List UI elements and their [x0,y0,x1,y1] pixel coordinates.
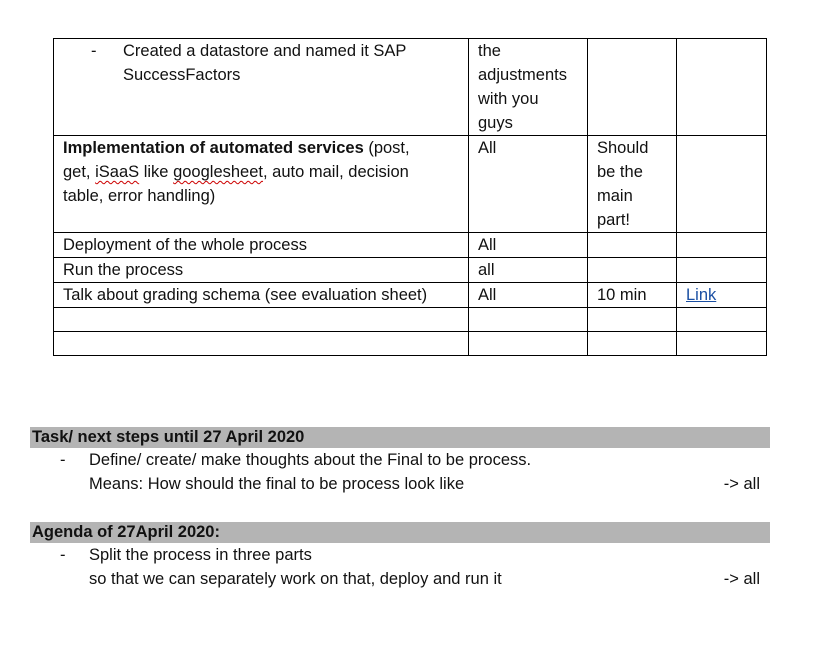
bullet-item: - Created a datastore and named it SAP S… [63,39,462,87]
agenda-assignee: -> all [723,570,760,588]
table-row: Deployment of the whole process All [53,232,767,258]
tasks-heading: Task/ next steps until 27 April 2020 [30,427,770,448]
agenda-body: - Split the process in three parts so th… [30,543,770,591]
task-line: Define/ create/ make thoughts about the … [89,451,532,469]
link-cell [676,232,767,258]
cell-line: Should [597,139,649,157]
topic-cell: Deployment of the whole process [53,232,469,258]
bullet-dash: - [60,546,66,564]
responsible-cell: all [468,257,588,283]
bullet-dash: - [91,42,97,60]
duration-cell [587,307,677,332]
cell-line: be the [597,163,643,181]
responsible-cell: All [468,282,588,308]
topic-cell: Run the process [53,257,469,283]
cell-line: with you [478,90,539,108]
link-cell [676,257,767,283]
table-row [53,331,767,356]
topic-line: Created a datastore and named it SAP [123,42,407,60]
tasks-body: - Define/ create/ make thoughts about th… [30,448,770,496]
link-cell [676,307,767,332]
duration-cell: Should be the main part! [587,135,677,233]
bullet-text: Created a datastore and named it SAP Suc… [123,39,406,87]
duration-cell: 10 min [587,282,677,308]
link-cell [676,331,767,356]
topic-cell: - Created a datastore and named it SAP S… [53,38,469,136]
topic-text: get, [63,163,96,181]
responsible-cell: All [468,232,588,258]
evaluation-sheet-link[interactable]: Link [686,286,716,304]
responsible-cell: the adjustments with you guys [468,38,588,136]
task-line: Means: How should the final to be proces… [89,475,465,493]
agenda-section: Agenda of 27April 2020: - Split the proc… [30,522,770,591]
duration-cell [587,232,677,258]
agenda-heading: Agenda of 27April 2020: [30,522,770,543]
cell-line: adjustments [478,66,567,84]
topic-cell [53,331,469,356]
responsible-cell [468,331,588,356]
link-cell: Link [676,282,767,308]
duration-cell [587,257,677,283]
topic-bold-text: Implementation of automated services [63,139,364,157]
topic-text: , auto mail, decision [263,163,409,181]
topic-cell [53,307,469,332]
agenda-line: so that we can separately work on that, … [89,570,502,588]
table-row: Run the process all [53,257,767,283]
topic-line: SuccessFactors [123,66,241,84]
topic-text: (post, [363,139,410,157]
agenda-line: Split the process in three parts [89,546,312,564]
topic-cell: Talk about grading schema (see evaluatio… [53,282,469,308]
cell-line: guys [478,114,513,132]
table-row [53,307,767,332]
table-row: Talk about grading schema (see evaluatio… [53,282,767,308]
duration-cell [587,38,677,136]
task-assignee: -> all [723,475,760,493]
responsible-cell: All [468,135,588,233]
spelling-flagged-word[interactable]: googlesheet [173,163,263,181]
link-cell [676,135,767,233]
responsible-cell [468,307,588,332]
topic-text: like [139,163,174,181]
bullet-dash: - [60,451,66,469]
topic-cell: Implementation of automated services (po… [53,135,469,233]
meeting-table: - Created a datastore and named it SAP S… [53,38,767,356]
cell-line: part! [597,211,631,229]
tasks-section: Task/ next steps until 27 April 2020 - D… [30,427,770,496]
spelling-flagged-word[interactable]: iSaaS [95,163,139,181]
topic-text: table, error handling) [63,187,216,205]
link-cell [676,38,767,136]
duration-cell [587,331,677,356]
cell-line: the [478,42,501,60]
cell-line: main [597,187,633,205]
table-row: - Created a datastore and named it SAP S… [53,38,767,136]
table-row: Implementation of automated services (po… [53,135,767,233]
